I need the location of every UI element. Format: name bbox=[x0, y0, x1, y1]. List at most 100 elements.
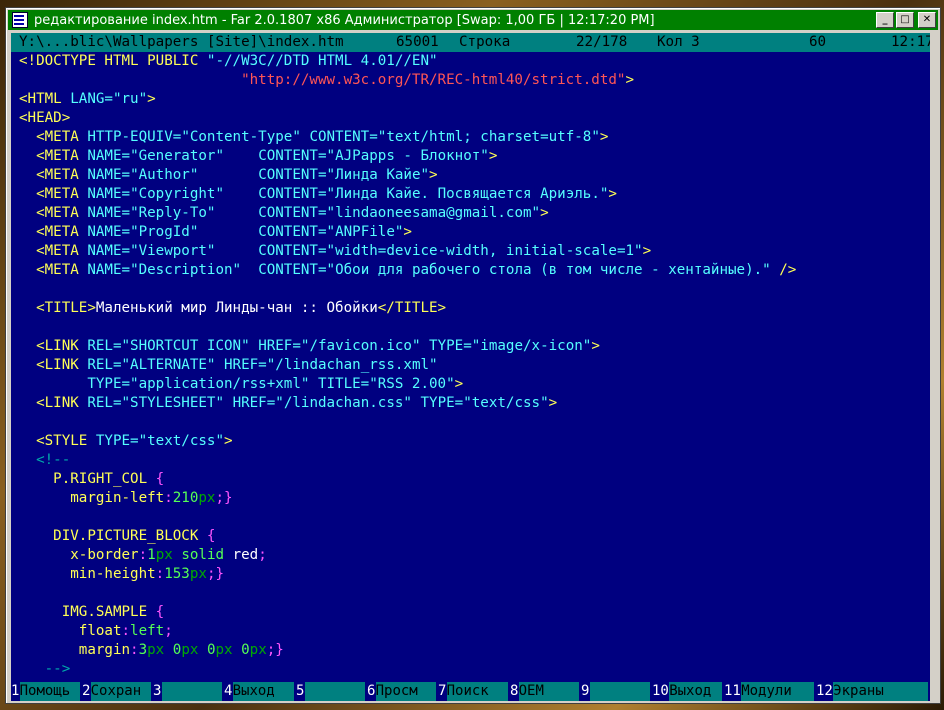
code-line[interactable] bbox=[11, 318, 930, 337]
fkey-11[interactable]: 11 Модули bbox=[724, 682, 816, 701]
code-token: > bbox=[625, 72, 635, 88]
title-bar[interactable]: редактирование index.htm - Far 2.0.1807 … bbox=[8, 10, 938, 30]
code-line[interactable] bbox=[11, 584, 930, 603]
fkey-6[interactable]: 6 Просм bbox=[367, 682, 438, 701]
code-token: NAME= bbox=[87, 243, 131, 259]
code-line[interactable]: float:left; bbox=[11, 622, 930, 641]
code-token: : bbox=[155, 566, 165, 582]
code-token: <STYLE bbox=[19, 433, 96, 449]
code-token: > bbox=[224, 433, 233, 449]
code-line[interactable]: IMG.SAMPLE { bbox=[11, 603, 930, 622]
code-line[interactable]: --> bbox=[11, 660, 930, 679]
minimize-icon[interactable]: _ bbox=[876, 12, 894, 28]
code-token: NAME= bbox=[87, 167, 131, 183]
code-line[interactable]: <META NAME="Author" CONTENT="Линда Кайе"… bbox=[11, 166, 930, 185]
code-token: "text/css" bbox=[463, 395, 549, 411]
code-token: <HEAD> bbox=[19, 110, 71, 126]
code-token: px bbox=[215, 642, 242, 658]
code-line[interactable]: <META NAME="Viewport" CONTENT="width=dev… bbox=[11, 242, 930, 261]
code-token: "STYLESHEET" bbox=[121, 395, 233, 411]
code-token: px bbox=[198, 490, 216, 506]
maximize-icon[interactable]: □ bbox=[896, 12, 914, 28]
code-token: ;} bbox=[266, 642, 284, 658]
code-token: <META bbox=[19, 186, 88, 202]
code-line[interactable] bbox=[11, 280, 930, 299]
code-line[interactable]: <!DOCTYPE HTML PUBLIC "-//W3C//DTD HTML … bbox=[11, 52, 930, 71]
fkey-4[interactable]: 4 Выход bbox=[224, 682, 296, 701]
code-line[interactable]: <META NAME="ProgId" CONTENT="ANPFile"> bbox=[11, 223, 930, 242]
code-line[interactable]: <STYLE TYPE="text/css"> bbox=[11, 432, 930, 451]
fkey-3[interactable]: 3 bbox=[153, 682, 224, 701]
code-token: "http://www.w3c.org/TR/REC-html40/strict… bbox=[19, 72, 626, 88]
code-token: TYPE= bbox=[429, 338, 472, 354]
fkey-number: 2 bbox=[82, 683, 91, 699]
code-token: "/favicon.ico" bbox=[300, 338, 430, 354]
code-line[interactable]: P.RIGHT_COL { bbox=[11, 470, 930, 489]
code-line[interactable]: <META HTTP-EQUIV="Content-Type" CONTENT=… bbox=[11, 128, 930, 147]
code-token: > bbox=[488, 148, 498, 164]
code-line[interactable]: DIV.PICTURE_BLOCK { bbox=[11, 527, 930, 546]
code-line[interactable]: "http://www.w3c.org/TR/REC-html40/strict… bbox=[11, 71, 930, 90]
fkey-label bbox=[161, 682, 222, 701]
code-line[interactable]: <LINK REL="ALTERNATE" HREF="/lindachan_r… bbox=[11, 356, 930, 375]
code-token: > bbox=[147, 91, 156, 107]
code-line[interactable]: margin:3px 0px 0px 0px;} bbox=[11, 641, 930, 660]
code-line[interactable]: x-border:1px solid red; bbox=[11, 546, 930, 565]
code-token: /> bbox=[779, 262, 797, 278]
fkey-10[interactable]: 10 Выход bbox=[652, 682, 724, 701]
code-line[interactable]: <META NAME="Description" CONTENT="Обои д… bbox=[11, 261, 930, 280]
code-token: "width=device-width, initial-scale=1" bbox=[326, 243, 643, 259]
code-token: <LINK bbox=[19, 395, 88, 411]
code-token: { bbox=[206, 528, 216, 544]
code-line[interactable]: <META NAME="Reply-To" CONTENT="lindaonee… bbox=[11, 204, 930, 223]
function-key-bar: 1 Помощь 2 Сохран 3 4 Выход 5 6 Просм 7 Поиск 8 OEM 9 1… bbox=[11, 682, 930, 701]
code-token: <LINK bbox=[19, 357, 88, 373]
code-token: margin-left bbox=[19, 490, 165, 506]
code-token: "Author" bbox=[130, 167, 259, 183]
code-token: P.RIGHT_COL bbox=[19, 471, 156, 487]
code-line[interactable]: <TITLE>Маленький мир Линды-чан :: Обойки… bbox=[11, 299, 930, 318]
code-token: HTTP-EQUIV= bbox=[87, 129, 182, 145]
char-code: 60 bbox=[809, 34, 827, 50]
code-line[interactable]: <HEAD> bbox=[11, 109, 930, 128]
code-line[interactable]: <META NAME="Copyright" CONTENT="Линда Ка… bbox=[11, 185, 930, 204]
code-token: "AJPapps - Блокнот" bbox=[326, 148, 489, 164]
code-line[interactable] bbox=[11, 508, 930, 527]
code-token: "ProgId" bbox=[130, 224, 259, 240]
editor-console[interactable]: Y:\...blic\Wallpapers [Site]\index.htm 6… bbox=[11, 33, 930, 701]
fkey-2[interactable]: 2 Сохран bbox=[82, 682, 153, 701]
code-line[interactable]: <META NAME="Generator" CONTENT="AJPapps … bbox=[11, 147, 930, 166]
fkey-number: 1 bbox=[11, 683, 20, 699]
close-icon[interactable]: ✕ bbox=[918, 12, 936, 28]
code-token: ;} bbox=[215, 490, 233, 506]
code-token: > bbox=[540, 205, 549, 221]
code-line[interactable]: TYPE="application/rss+xml" TITLE="RSS 2.… bbox=[11, 375, 930, 394]
code-token: float bbox=[19, 623, 122, 639]
code-line[interactable]: <!-- bbox=[11, 451, 930, 470]
code-line[interactable] bbox=[11, 413, 930, 432]
fkey-number: 4 bbox=[224, 683, 233, 699]
fkey-label: Модули bbox=[741, 682, 814, 701]
code-token: <META bbox=[19, 148, 88, 164]
editor-status-line: Y:\...blic\Wallpapers [Site]\index.htm 6… bbox=[11, 33, 930, 52]
code-token: "Reply-To" bbox=[130, 205, 259, 221]
code-line[interactable]: <HTML LANG="ru"> bbox=[11, 90, 930, 109]
code-token: ; bbox=[164, 623, 173, 639]
code-line[interactable]: <LINK REL="STYLESHEET" HREF="/lindachan.… bbox=[11, 394, 930, 413]
window-title: редактирование index.htm - Far 2.0.1807 … bbox=[34, 12, 655, 28]
fkey-12[interactable]: 12 Экраны bbox=[816, 682, 930, 701]
far-app-icon[interactable] bbox=[12, 12, 28, 28]
fkey-9[interactable]: 9 bbox=[581, 682, 652, 701]
fkey-label: Помощь bbox=[19, 682, 80, 701]
code-line[interactable]: margin-left:210px;} bbox=[11, 489, 930, 508]
code-token: HREF= bbox=[224, 357, 267, 373]
fkey-5[interactable]: 5 bbox=[296, 682, 367, 701]
code-token: REL= bbox=[87, 357, 122, 373]
fkey-8[interactable]: 8 OEM bbox=[510, 682, 581, 701]
fkey-1[interactable]: 1 Помощь bbox=[11, 682, 82, 701]
fkey-7[interactable]: 7 Поиск bbox=[438, 682, 510, 701]
code-line[interactable]: min-height:153px;} bbox=[11, 565, 930, 584]
code-token: DIV.PICTURE_BLOCK bbox=[19, 528, 207, 544]
fkey-number: 5 bbox=[296, 683, 305, 699]
code-line[interactable]: <LINK REL="SHORTCUT ICON" HREF="/favicon… bbox=[11, 337, 930, 356]
